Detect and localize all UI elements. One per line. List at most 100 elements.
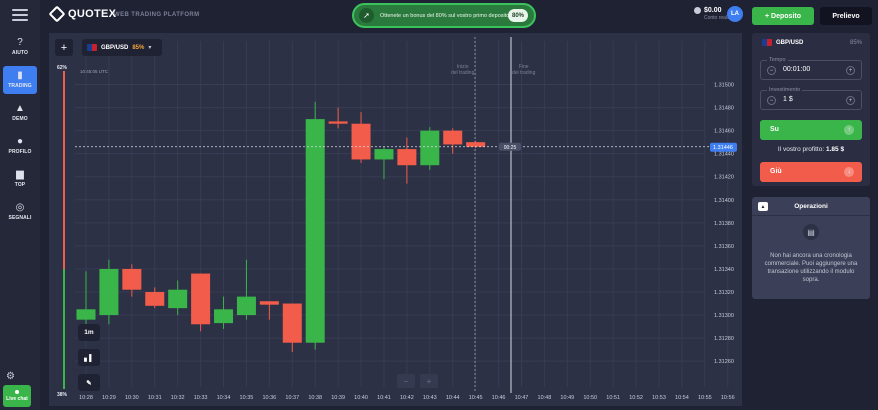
candle-body [351, 123, 371, 160]
candle-body [466, 142, 486, 147]
operations-header[interactable]: ▲ Operazioni [752, 197, 870, 216]
account-balance[interactable]: $0.00 Conto reale [694, 7, 730, 21]
x-tick-label: 10:52 [629, 395, 643, 401]
current-price-label: 1.31446 [713, 145, 733, 151]
candle-body [397, 149, 417, 166]
x-tick-label: 10:43 [423, 395, 437, 401]
candle-body [99, 268, 119, 316]
sidebar-item-segnali[interactable]: ◎ SEGNALI [3, 198, 37, 226]
sidebar-item-profilo[interactable]: ● PROFILO [3, 132, 37, 160]
chevron-down-icon: ▾ [148, 45, 152, 51]
logo[interactable]: QUOTEX [48, 5, 117, 23]
graduation-cap-icon: ▲ [15, 103, 25, 114]
panel-asset-name: GBP/USD [776, 39, 804, 46]
y-tick-label: 1.31480 [714, 106, 734, 112]
sidebar-item-label: PROFILO [8, 149, 32, 155]
x-tick-label: 10:49 [560, 395, 574, 401]
sidebar-item-top[interactable]: ▆ TOP [3, 165, 37, 193]
down-button[interactable]: Giù ↓ [760, 162, 862, 182]
arrow-down-icon: ↓ [844, 167, 854, 177]
add-chart-button[interactable]: + [55, 39, 73, 56]
candle-body [168, 289, 188, 309]
countdown-label: 00:25 [504, 145, 517, 151]
candle-body [328, 121, 348, 124]
podium-icon: ▆ [16, 169, 24, 180]
logo-text: QUOTEX [68, 8, 117, 20]
y-tick-label: 1.31260 [714, 359, 734, 365]
profit-line: Il vostro profitto: 1.85 $ [752, 146, 870, 153]
y-tick-label: 1.31420 [714, 175, 734, 181]
settings-gear-icon[interactable]: ⚙ [6, 371, 15, 382]
time-minus-button[interactable]: − [767, 66, 776, 75]
x-tick-label: 10:40 [354, 395, 368, 401]
candle-body [374, 149, 394, 160]
sentiment-sell-percent: 62% [57, 65, 68, 71]
y-tick-label: 1.31320 [714, 290, 734, 296]
sidebar-item-aiuto[interactable]: ? AIUTO [3, 33, 37, 61]
sentiment-buy-bar [63, 269, 65, 389]
timeframe-button[interactable]: 1m [78, 324, 100, 341]
x-tick-label: 10:56 [721, 395, 735, 401]
up-button[interactable]: Su ↑ [760, 120, 862, 140]
avatar[interactable]: LA [727, 6, 743, 22]
time-field[interactable]: Tempo − 00:01:00 + [760, 57, 862, 80]
wallet-icon [694, 7, 701, 14]
sidebar-item-label: AIUTO [12, 50, 28, 56]
x-tick-label: 10:55 [698, 395, 712, 401]
investment-plus-button[interactable]: + [846, 96, 855, 105]
time-label: Tempo [767, 57, 788, 63]
sidebar-item-trading[interactable]: ▮ TRADING [3, 66, 37, 94]
trade-start-line2: del trading [451, 70, 475, 76]
balance-amount: $0.00 [704, 7, 722, 14]
time-plus-button[interactable]: + [846, 66, 855, 75]
promo-text: Ottenete un bonus del 80% sul vostro pri… [380, 12, 510, 19]
candle-body [259, 301, 279, 305]
profit-label: Il vostro profitto: [777, 146, 825, 153]
x-tick-label: 10:32 [171, 395, 185, 401]
account-type: Conto reale [704, 15, 730, 21]
deposit-button[interactable]: + Deposito [752, 7, 814, 25]
investment-value[interactable]: 1 $ [783, 96, 793, 103]
investment-field[interactable]: Investimento − 1 $ + [760, 87, 862, 110]
y-tick-label: 1.31280 [714, 336, 734, 342]
zoom-out-button[interactable]: − [397, 374, 415, 388]
chart-type-button[interactable]: ▖▌ [78, 349, 100, 366]
hamburger-menu-icon[interactable] [12, 9, 28, 21]
y-tick-label: 1.31380 [714, 221, 734, 227]
live-chat-button[interactable]: Live chat [3, 385, 31, 407]
operations-empty-text: Non hai ancora una cronologia commercial… [764, 253, 858, 283]
x-tick-label: 10:31 [148, 395, 162, 401]
x-tick-label: 10:28 [79, 395, 93, 401]
price-chart[interactable]: 1.31500 1.31480 1.31460 1.31440 1.31420 1.314… [49, 33, 742, 406]
x-tick-label: 10:41 [377, 395, 391, 401]
candle-body [191, 273, 211, 325]
x-tick-label: 10:42 [400, 395, 414, 401]
investment-minus-button[interactable]: − [767, 96, 776, 105]
quotex-logo-icon [48, 5, 66, 23]
asset-selector[interactable]: GBP/USD 85% ▾ [82, 39, 162, 56]
x-tick-label: 10:34 [217, 395, 231, 401]
time-value[interactable]: 00:01:00 [783, 66, 810, 73]
operations-title: Operazioni [794, 203, 828, 210]
asset-payout: 85% [132, 44, 145, 51]
candle-body [443, 130, 463, 145]
y-tick-label: 1.31460 [714, 129, 734, 135]
x-tick-label: 10:37 [285, 395, 299, 401]
x-tick-label: 10:54 [675, 395, 689, 401]
sidebar-item-demo[interactable]: ▲ DEMO [3, 99, 37, 127]
uk-flag-icon [87, 44, 97, 51]
asset-name: GBP/USD [101, 44, 129, 51]
y-tick-label: 1.31400 [714, 198, 734, 204]
sentiment-buy-percent: 38% [57, 392, 68, 398]
uk-flag-icon [762, 39, 772, 46]
zoom-in-button[interactable]: + [420, 374, 438, 388]
panel-asset: GBP/USD [762, 39, 803, 46]
withdraw-button[interactable]: Prelievo [820, 7, 872, 25]
x-tick-label: 10:48 [538, 395, 552, 401]
empty-history-icon: ▤ [803, 224, 819, 240]
promo-banner[interactable]: ➚ Ottenete un bonus del 80% sul vostro p… [352, 3, 536, 28]
investment-label: Investimento [767, 87, 803, 93]
signal-icon: ◎ [15, 202, 25, 213]
panel-payout: 85% [849, 40, 862, 46]
drawing-tools-button[interactable]: ✎ [78, 374, 100, 391]
